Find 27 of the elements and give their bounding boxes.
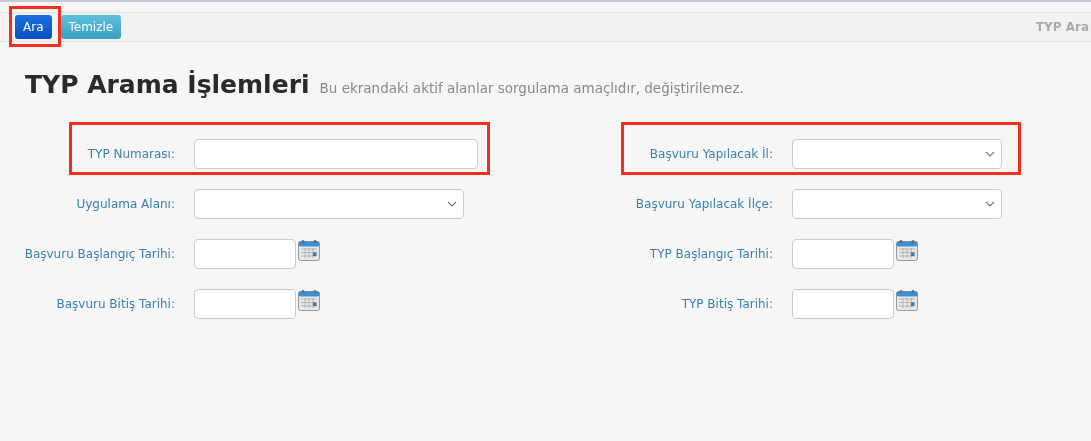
field-label: Başvuru Yapılacak İlçe: bbox=[634, 196, 773, 213]
calendar-icon[interactable] bbox=[896, 289, 918, 311]
date-field[interactable] bbox=[194, 239, 296, 269]
chevron-down-icon bbox=[985, 201, 995, 207]
field-label: Başvuru Yapılacak İl: bbox=[648, 146, 773, 163]
calendar-icon[interactable] bbox=[298, 289, 320, 311]
field-label: Başvuru Bitiş Tarihi: bbox=[55, 296, 175, 313]
field-label: Uygulama Alanı: bbox=[75, 196, 175, 213]
field-label: Başvuru Başlangıç Tarihi: bbox=[23, 246, 175, 263]
dropdown[interactable] bbox=[194, 189, 464, 219]
dropdown[interactable] bbox=[792, 139, 1002, 169]
field-label: TYP Bitiş Tarihi: bbox=[680, 296, 773, 313]
date-field[interactable] bbox=[792, 289, 894, 319]
page-subtitle: Bu ekrandaki aktif alanlar sorgulama amaçlıdır, değiştirilemez. bbox=[319, 80, 744, 96]
page-title: TYP Ara bbox=[1035, 20, 1089, 34]
toolbar-button[interactable]: Ara bbox=[15, 15, 52, 39]
calendar-icon[interactable] bbox=[298, 239, 320, 261]
input-field[interactable] bbox=[194, 139, 478, 169]
page-heading: TYP Arama İşlemleri bbox=[25, 70, 310, 99]
date-field[interactable] bbox=[792, 239, 894, 269]
calendar-icon[interactable] bbox=[896, 239, 918, 261]
field-label: TYP Başlangıç Tarihi: bbox=[648, 246, 773, 263]
field-label: TYP Numarası: bbox=[86, 146, 175, 163]
chevron-down-icon bbox=[447, 201, 457, 207]
dropdown[interactable] bbox=[792, 189, 1002, 219]
date-field[interactable] bbox=[194, 289, 296, 319]
chevron-down-icon bbox=[985, 151, 995, 157]
